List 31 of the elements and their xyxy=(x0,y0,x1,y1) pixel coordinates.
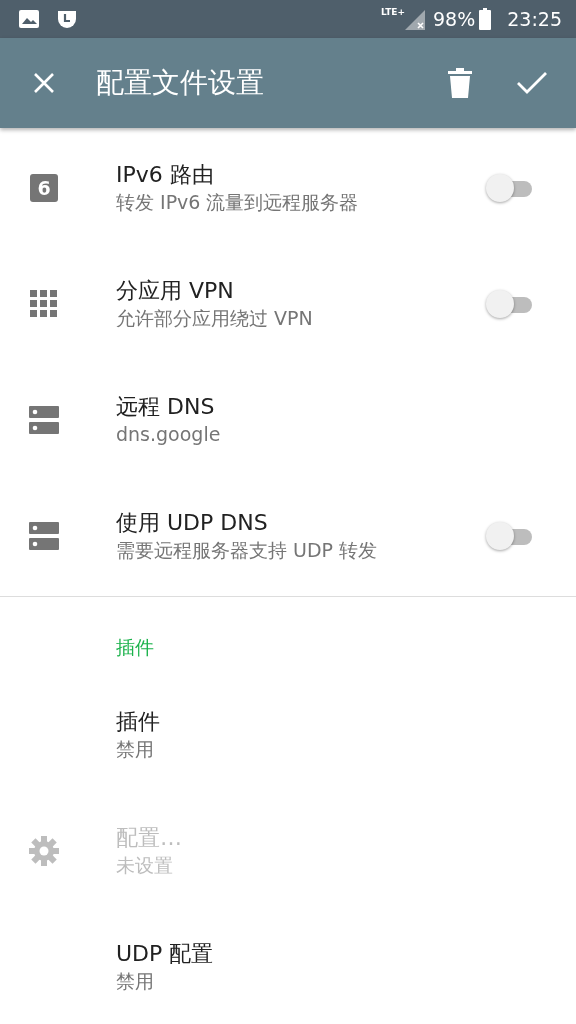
item-title[interactable]: 使用 UDP DNS xyxy=(116,509,486,538)
network-label: LTE+ xyxy=(380,6,405,19)
item-title: 配置… xyxy=(116,824,183,853)
server-icon xyxy=(29,521,59,551)
item-summary: 禁用 xyxy=(116,736,155,762)
item-title[interactable]: 远程 DNS xyxy=(116,393,536,422)
battery-percent: 98% xyxy=(433,6,476,32)
item-title[interactable]: 分应用 VPN xyxy=(116,277,486,306)
item-summary: 允许部分应用绕过 VPN xyxy=(116,305,314,331)
server-icon xyxy=(29,405,59,435)
close-icon[interactable] xyxy=(32,71,56,95)
item-summary: 需要远程服务器支持 UDP 转发 xyxy=(116,537,379,563)
settings-icon xyxy=(28,835,60,867)
item-summary: 禁用 xyxy=(116,968,155,994)
signal-icon xyxy=(405,8,425,30)
item-summary: 未设置 xyxy=(116,852,174,878)
clock: 23:25 xyxy=(507,6,562,32)
item-title[interactable]: 插件 xyxy=(116,708,536,737)
check-icon[interactable] xyxy=(516,71,548,95)
item-summary: dns.google xyxy=(116,421,222,447)
item-title[interactable]: UDP 配置 xyxy=(116,940,536,969)
app-icon xyxy=(56,8,78,30)
item-title[interactable]: IPv6 路由 xyxy=(116,161,486,190)
trash-icon[interactable] xyxy=(448,68,472,98)
image-icon xyxy=(18,9,40,29)
ipv6-icon: 6 xyxy=(30,174,58,202)
battery-icon xyxy=(479,8,492,30)
section-header: 插件 xyxy=(115,635,155,660)
apps-grid-icon xyxy=(30,290,58,318)
toolbar-title: 配置文件设置 xyxy=(96,65,265,101)
item-summary: 转发 IPv6 流量到远程服务器 xyxy=(116,189,360,215)
